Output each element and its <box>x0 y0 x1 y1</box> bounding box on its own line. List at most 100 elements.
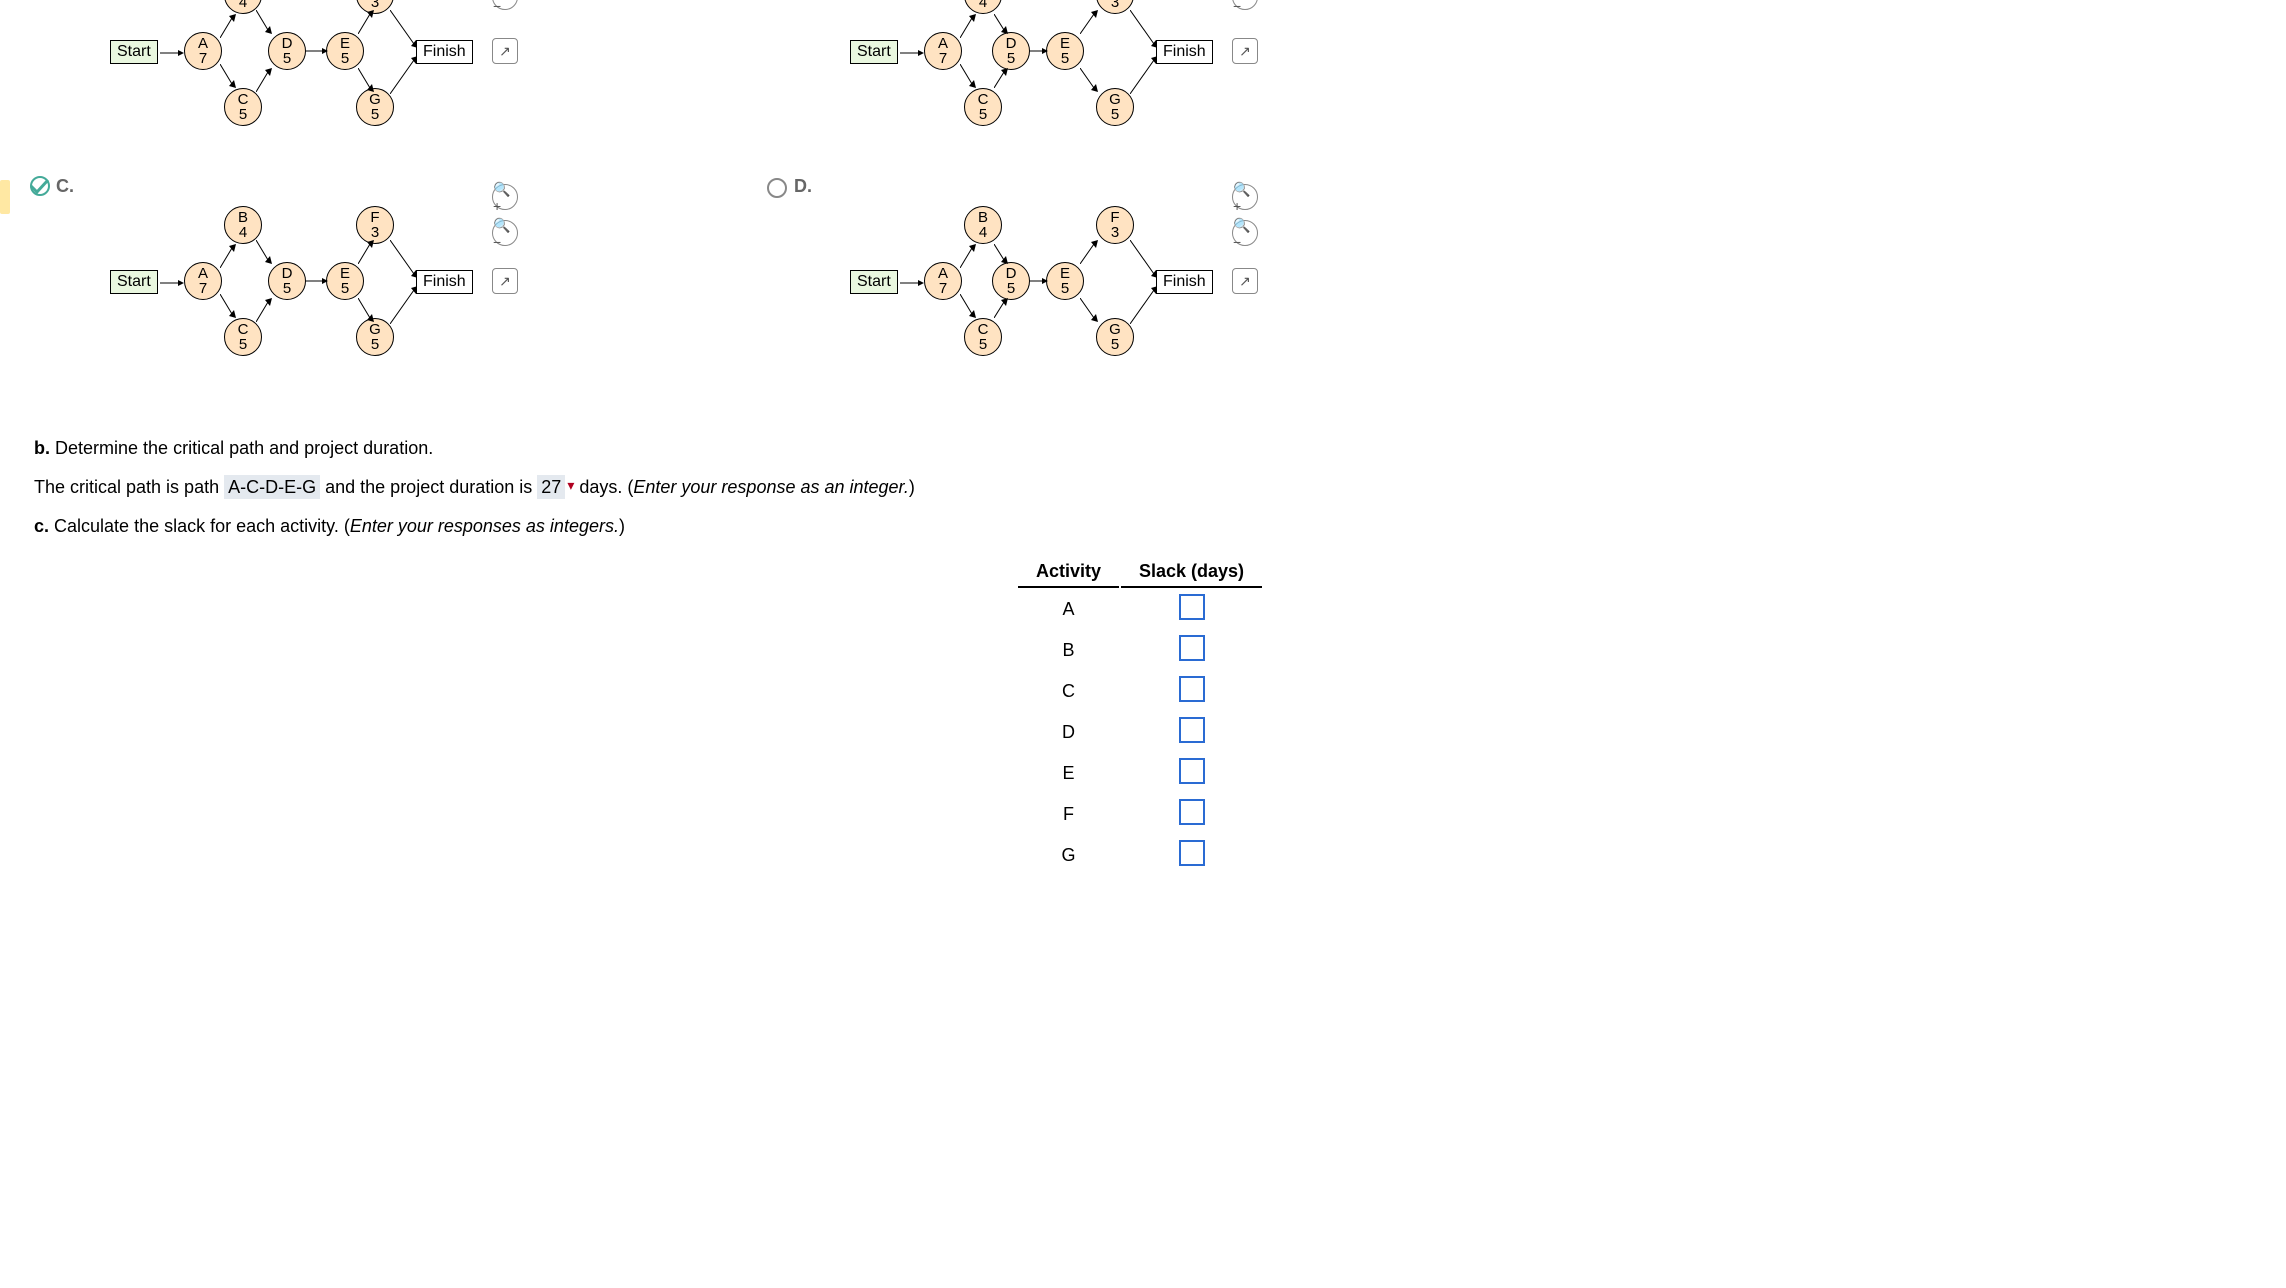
node-a: A7 <box>924 262 962 300</box>
node-g-value: 5 <box>371 107 379 122</box>
duration-answer[interactable]: 27 <box>537 475 565 499</box>
node-f-value: 3 <box>371 0 379 10</box>
popout-button[interactable]: ↗ <box>492 38 518 64</box>
slack-input-d[interactable] <box>1179 717 1205 743</box>
header-slack: Slack (days) <box>1121 557 1262 588</box>
option-d-letter: D. <box>794 176 812 197</box>
diagram-top-right: Start A7 B4 C5 D5 E5 F3 G5 Finish 🔍− ↗ <box>844 0 1304 160</box>
node-a-label: A <box>198 36 208 51</box>
zoom-out-button[interactable]: 🔍− <box>492 0 518 10</box>
popout-button[interactable]: ↗ <box>1232 268 1258 294</box>
finish-label: Finish <box>416 270 473 294</box>
node-b-value: 4 <box>979 0 987 10</box>
table-row: C <box>1018 672 1262 711</box>
node-g: G5 <box>356 318 394 356</box>
node-f: F3 <box>356 206 394 244</box>
node-d: D5 <box>268 262 306 300</box>
node-b-value: 4 <box>239 225 247 240</box>
node-a-label: A <box>938 36 948 51</box>
page-side-tab <box>0 180 10 214</box>
slack-cell <box>1121 631 1262 670</box>
node-c: C5 <box>224 318 262 356</box>
activity-cell: A <box>1018 590 1119 629</box>
node-d-value: 5 <box>1007 281 1015 296</box>
start-label: Start <box>850 40 898 64</box>
node-e-label: E <box>1060 266 1070 281</box>
node-g-label: G <box>1109 322 1121 337</box>
finish-label: Finish <box>416 40 473 64</box>
node-d-label: D <box>282 36 293 51</box>
activity-cell: F <box>1018 795 1119 834</box>
node-b-label: B <box>978 210 988 225</box>
part-b-label: b. <box>34 438 50 458</box>
critical-path-answer[interactable]: A-C-D-E-G <box>224 475 320 499</box>
node-f-value: 3 <box>1111 225 1119 240</box>
diagram-choice-area: Start A7 B4 C5 D5 E5 F3 G5 Finish 🔍− ↗ S… <box>34 0 2246 420</box>
node-d-label: D <box>282 266 293 281</box>
node-a: A7 <box>924 32 962 70</box>
finish-label: Finish <box>1156 270 1213 294</box>
part-b-sentence-post: days. ( <box>579 477 633 497</box>
node-e: E5 <box>326 32 364 70</box>
part-b-hint: Enter your response as an integer. <box>633 477 909 497</box>
node-c-label: C <box>238 322 249 337</box>
slack-input-f[interactable] <box>1179 799 1205 825</box>
node-c: C5 <box>964 88 1002 126</box>
node-c: C5 <box>224 88 262 126</box>
node-d-value: 5 <box>1007 51 1015 66</box>
node-g-value: 5 <box>1111 107 1119 122</box>
slack-input-g[interactable] <box>1179 840 1205 866</box>
node-g-value: 5 <box>371 337 379 352</box>
activity-cell: E <box>1018 754 1119 793</box>
node-f-label: F <box>370 210 379 225</box>
node-f-label: F <box>1110 210 1119 225</box>
slack-input-b[interactable] <box>1179 635 1205 661</box>
node-f-value: 3 <box>371 225 379 240</box>
node-b: B4 <box>964 0 1002 14</box>
node-c-label: C <box>978 322 989 337</box>
slack-cell <box>1121 672 1262 711</box>
part-b-sentence-mid: and the project duration is <box>325 477 532 497</box>
node-e: E5 <box>326 262 364 300</box>
node-b-label: B <box>238 210 248 225</box>
slack-cell <box>1121 795 1262 834</box>
node-c-value: 5 <box>979 337 987 352</box>
popout-button[interactable]: ↗ <box>492 268 518 294</box>
zoom-out-button[interactable]: 🔍− <box>1232 0 1258 10</box>
node-g: G5 <box>356 88 394 126</box>
activity-cell: C <box>1018 672 1119 711</box>
finish-label: Finish <box>1156 40 1213 64</box>
popout-button[interactable]: ↗ <box>1232 38 1258 64</box>
part-b-sentence-end: ) <box>909 477 915 497</box>
activity-cell: G <box>1018 836 1119 875</box>
slack-input-e[interactable] <box>1179 758 1205 784</box>
table-row: B <box>1018 631 1262 670</box>
zoom-out-button[interactable]: 🔍− <box>492 220 518 246</box>
zoom-in-button[interactable]: 🔍+ <box>1232 184 1258 210</box>
part-b-prompt: Determine the critical path and project … <box>55 438 433 458</box>
node-e: E5 <box>1046 262 1084 300</box>
option-c-radio[interactable] <box>30 176 50 196</box>
option-d-radio[interactable] <box>767 178 787 198</box>
slack-table: Activity Slack (days) ABCDEFG <box>1016 555 1264 877</box>
option-c-letter: C. <box>56 176 74 197</box>
node-a-value: 7 <box>199 281 207 296</box>
table-row: G <box>1018 836 1262 875</box>
table-row: E <box>1018 754 1262 793</box>
node-d-value: 5 <box>283 281 291 296</box>
slack-cell <box>1121 836 1262 875</box>
node-f: F3 <box>1096 206 1134 244</box>
node-c-label: C <box>978 92 989 107</box>
question-part-c: c. Calculate the slack for each activity… <box>34 516 2246 877</box>
zoom-out-button[interactable]: 🔍− <box>1232 220 1258 246</box>
node-c-label: C <box>238 92 249 107</box>
slack-cell <box>1121 754 1262 793</box>
diagram-top-left: Start A7 B4 C5 D5 E5 F3 G5 Finish 🔍− ↗ <box>104 0 564 160</box>
node-g: G5 <box>1096 88 1134 126</box>
slack-input-a[interactable] <box>1179 594 1205 620</box>
node-a-label: A <box>198 266 208 281</box>
node-a: A7 <box>184 32 222 70</box>
slack-input-c[interactable] <box>1179 676 1205 702</box>
node-d-value: 5 <box>283 51 291 66</box>
zoom-in-button[interactable]: 🔍+ <box>492 184 518 210</box>
